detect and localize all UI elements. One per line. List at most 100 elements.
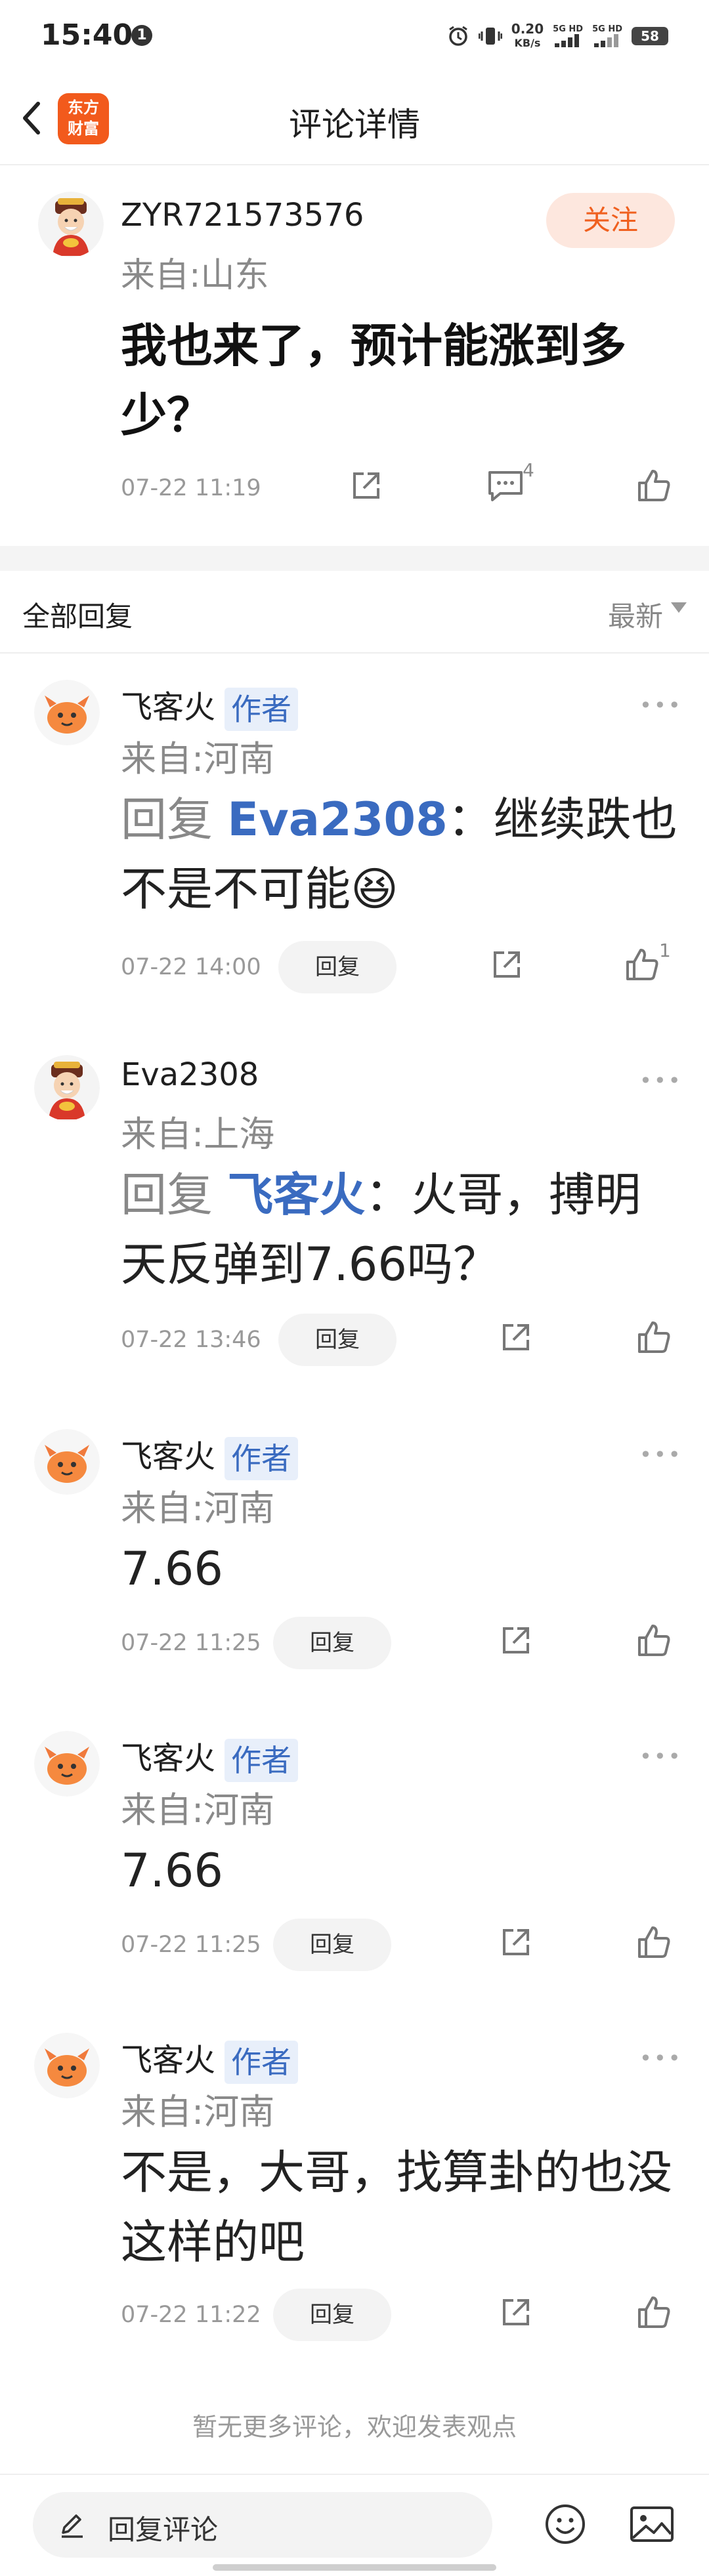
like-button[interactable] (635, 1319, 672, 1356)
author-badge: 作者 (225, 1437, 299, 1480)
share-button[interactable] (498, 1622, 534, 1659)
timestamp: 07-22 11:25 (121, 1630, 261, 1656)
share-icon (494, 951, 520, 978)
reply-text: 回复 Eva2308：继续跌也不是不可能😆 (121, 793, 677, 916)
author-badge: 作者 (225, 2041, 299, 2084)
thumbs-up-icon (638, 1926, 670, 1958)
location-text: 来自:河南 (121, 1789, 275, 1831)
section-separator (0, 546, 709, 571)
status-bar: 15:40 1 0.20 KB/s 5G HD 5G HD 58 (0, 0, 709, 72)
reply-comment-input[interactable]: 回复评论 (33, 2492, 492, 2558)
reply-button[interactable]: 回复 (273, 2289, 391, 2341)
thumbs-up-icon (638, 2296, 670, 2328)
nav-bar: 东方 财富 评论详情 (0, 72, 709, 164)
status-time: 15:40 (41, 18, 133, 52)
sort-dropdown[interactable]: 最新 (608, 594, 663, 634)
share-button[interactable] (498, 2294, 534, 2331)
thumbs-up-icon (638, 1625, 670, 1656)
follow-button[interactable]: 关注 (546, 193, 675, 248)
share-button[interactable] (498, 1924, 534, 1961)
share-button[interactable] (488, 946, 525, 983)
reply-target-link[interactable]: Eva2308 (227, 793, 448, 846)
reply-text: 回复 飞客火：火哥，搏明天反弹到7.66吗？ (121, 1168, 641, 1291)
monster-avatar-icon (34, 1429, 100, 1495)
timestamp: 07-22 11:19 (121, 475, 261, 501)
more-options-icon[interactable]: ••• (639, 693, 683, 718)
timestamp: 07-22 11:22 (121, 2302, 261, 2328)
notification-badge: 1 (131, 25, 152, 46)
username[interactable]: 飞客火 作者 (121, 1430, 299, 1480)
signal-2: 5G HD (592, 25, 622, 47)
reply-button[interactable]: 回复 (278, 941, 397, 993)
share-icon (503, 1929, 529, 1955)
smiley-icon (546, 2504, 585, 2544)
reply-button[interactable]: 回复 (273, 1617, 391, 1669)
avatar[interactable] (38, 192, 104, 257)
thumbs-up-icon (626, 949, 658, 980)
pencil-icon (58, 2510, 87, 2539)
share-button[interactable] (348, 467, 385, 504)
thumbs-up-icon (638, 1321, 670, 1353)
timestamp: 07-22 11:25 (121, 1932, 261, 1958)
thumbs-up-icon (638, 470, 670, 501)
image-button[interactable] (628, 2501, 676, 2547)
share-icon (503, 1324, 529, 1350)
battery-indicator: 58 (632, 27, 668, 45)
reply-item: Eva2308 来自:上海 ••• 回复 飞客火：火哥，搏明天反弹到7.66吗？… (0, 1029, 709, 1403)
timestamp: 07-22 14:00 (121, 954, 261, 980)
more-options-icon[interactable]: ••• (639, 2046, 683, 2071)
signal-bars-icon (555, 34, 580, 47)
more-options-icon[interactable]: ••• (639, 1442, 683, 1467)
fortune-god-avatar-icon (38, 192, 104, 257)
username[interactable]: 飞客火 作者 (121, 681, 299, 731)
username[interactable]: 飞客火 作者 (121, 1732, 299, 1782)
avatar[interactable] (34, 2033, 100, 2098)
monster-avatar-icon (34, 680, 100, 745)
monster-avatar-icon (34, 1731, 100, 1797)
location-text: 来自:山东 (121, 256, 269, 295)
avatar[interactable] (34, 1055, 100, 1121)
more-options-icon[interactable]: ••• (639, 1068, 683, 1093)
reply-item: 飞客火 作者 来自:河南 ••• 回复 Eva2308：继续跌也不是不可能😆 07… (0, 654, 709, 1029)
timestamp: 07-22 13:46 (121, 1327, 261, 1353)
author-badge: 作者 (225, 688, 299, 731)
reply-item: 飞客火 作者 来自:河南 ••• 不是，大哥，找算卦的也没这样的吧 07-22 1… (0, 2006, 709, 2374)
share-button[interactable] (498, 1319, 534, 1356)
home-indicator[interactable] (213, 2564, 496, 2571)
location-text: 来自:河南 (121, 1487, 275, 1529)
location-text: 来自:河南 (121, 2091, 275, 2132)
location-text: 来自:上海 (121, 1113, 275, 1155)
like-button[interactable] (624, 946, 660, 983)
page-title: 评论详情 (289, 106, 420, 144)
like-button[interactable] (635, 1622, 672, 1659)
username[interactable]: 飞客火 作者 (121, 2034, 299, 2084)
net-speed: 0.20 KB/s (511, 21, 544, 49)
caret-down-icon[interactable] (671, 602, 687, 613)
like-count: 1 (659, 940, 671, 961)
location-text: 来自:河南 (121, 738, 275, 779)
like-button[interactable] (635, 2294, 672, 2331)
reply-button[interactable]: 回复 (273, 1919, 391, 1971)
more-options-icon[interactable]: ••• (639, 1744, 683, 1769)
avatar[interactable] (34, 1731, 100, 1797)
avatar[interactable] (34, 680, 100, 745)
reply-target-link[interactable]: 飞客火 (227, 1168, 365, 1222)
reply-input-placeholder: 回复评论 (108, 2514, 219, 2546)
reply-text: 不是，大哥，找算卦的也没这样的吧 (121, 2146, 672, 2269)
share-icon (353, 472, 379, 499)
main-comment: ZYR721573576 来自:山东 关注 我也来了，预计能涨到多少？ 07-2… (0, 165, 709, 546)
reply-button[interactable]: 回复 (278, 1314, 397, 1366)
reply-text: 7.66 (121, 1542, 223, 1596)
username[interactable]: ZYR721573576 (121, 197, 364, 234)
reply-text: 7.66 (121, 1844, 223, 1898)
like-button[interactable] (635, 467, 672, 504)
author-badge: 作者 (225, 1739, 299, 1782)
image-icon (630, 2506, 674, 2542)
no-more-comments-text: 暂无更多评论，欢迎发表观点 (192, 2413, 517, 2441)
emoji-button[interactable] (542, 2501, 588, 2547)
like-button[interactable] (635, 1924, 672, 1961)
comment-button[interactable] (486, 467, 525, 504)
replies-header: 全部回复 最新 (0, 571, 709, 654)
avatar[interactable] (34, 1429, 100, 1495)
username[interactable]: Eva2308 (121, 1056, 259, 1093)
